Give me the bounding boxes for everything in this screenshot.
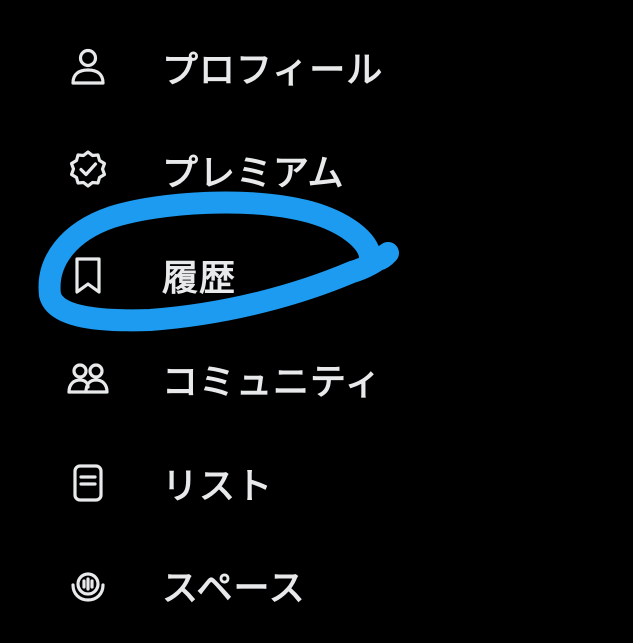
nav-item-label: スペース bbox=[162, 568, 306, 609]
nav-item-premium[interactable]: プレミアム bbox=[60, 135, 580, 205]
nav-item-label: プレミアム bbox=[162, 153, 345, 194]
nav-item-label: リスト bbox=[162, 466, 274, 507]
people-icon bbox=[60, 351, 116, 407]
nav-item-lists[interactable]: リスト bbox=[60, 448, 580, 518]
verified-badge-icon bbox=[60, 142, 116, 198]
person-icon bbox=[60, 39, 116, 95]
nav-item-communities[interactable]: コミュニティ bbox=[60, 344, 580, 414]
nav-item-profile[interactable]: プロフィール bbox=[60, 32, 580, 102]
nav-item-label: 履歴 bbox=[162, 258, 237, 299]
bookmark-icon bbox=[60, 247, 116, 303]
nav-item-spaces[interactable]: スペース bbox=[60, 550, 580, 620]
spaces-microphone-icon bbox=[60, 557, 116, 613]
list-document-icon bbox=[60, 455, 116, 511]
nav-item-label: プロフィール bbox=[162, 50, 384, 91]
side-navigation-menu: プロフィール プレミアム 履歴 コミュニティ リスト スペース bbox=[0, 0, 633, 643]
nav-item-history[interactable]: 履歴 bbox=[60, 240, 580, 310]
nav-item-label: コミュニティ bbox=[162, 362, 382, 403]
